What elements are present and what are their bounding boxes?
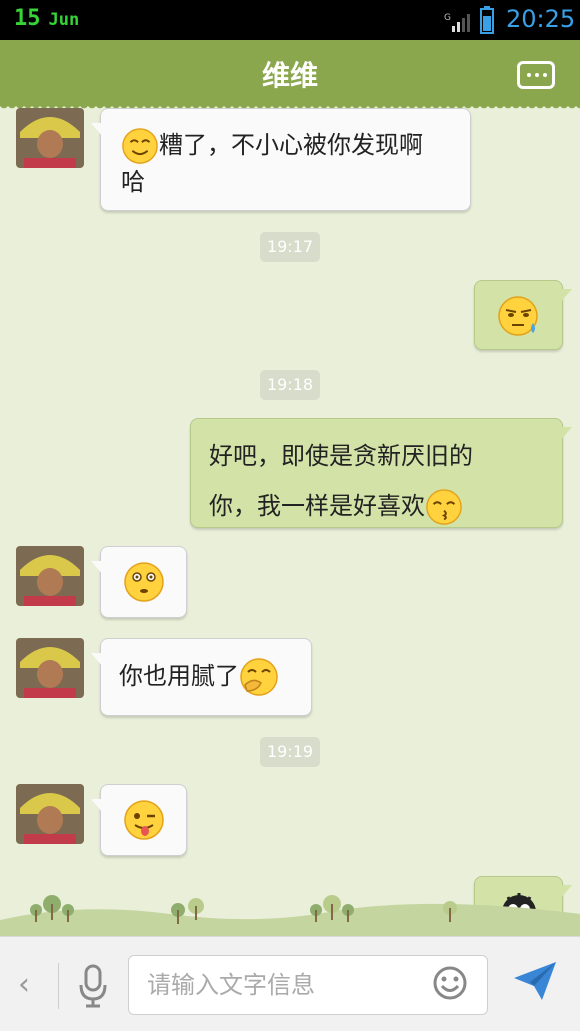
chat-header: 维维 bbox=[0, 40, 580, 112]
status-time: 20:25 bbox=[506, 5, 576, 33]
message-text: 好吧，即使是贪新厌旧的 bbox=[209, 442, 473, 470]
message-bubble-outgoing[interactable] bbox=[474, 280, 572, 350]
status-bar: 15 Jun G 20:25 bbox=[0, 0, 580, 40]
input-placeholder: 请输入文字信息 bbox=[147, 971, 315, 999]
send-icon[interactable] bbox=[512, 960, 558, 1002]
message-text: 哈 bbox=[121, 168, 145, 196]
signal-icon: G bbox=[444, 13, 470, 32]
sweat-face-icon bbox=[497, 296, 538, 336]
status-date: 15 Jun bbox=[14, 6, 79, 31]
contact-avatar[interactable] bbox=[16, 546, 84, 606]
message-text: 你也用腻了 bbox=[119, 662, 239, 690]
message-text: 你，我一样是好喜欢 bbox=[209, 492, 425, 520]
time-separator: 19:19 bbox=[260, 737, 320, 767]
more-dot-icon bbox=[527, 73, 531, 77]
message-bubble-incoming[interactable] bbox=[91, 546, 187, 618]
emoji-picker-icon[interactable] bbox=[432, 965, 468, 1001]
time-separator: 19:17 bbox=[260, 232, 320, 262]
battery-icon bbox=[480, 6, 494, 34]
contact-avatar[interactable] bbox=[16, 108, 84, 168]
message-bubble-outgoing[interactable]: 好吧，即使是贪新厌旧的 你，我一样是好喜欢 bbox=[190, 418, 572, 528]
microphone-icon[interactable] bbox=[76, 963, 110, 1009]
more-dot-icon bbox=[535, 73, 539, 77]
more-options-button[interactable] bbox=[517, 61, 555, 89]
message-bubble-incoming[interactable]: 你也用腻了 bbox=[91, 638, 312, 716]
landscape-decoration bbox=[0, 895, 580, 936]
surprised-face-icon bbox=[123, 562, 164, 602]
message-bubble-incoming[interactable]: 糟了，不小心被你发现啊 哈 bbox=[91, 108, 471, 211]
input-bar: ‹ 请输入文字信息 bbox=[0, 936, 580, 1031]
tongue-wink-face-icon bbox=[123, 800, 164, 840]
message-bubble-incoming[interactable] bbox=[91, 784, 187, 856]
time-separator: 19:18 bbox=[260, 370, 320, 400]
contact-avatar[interactable] bbox=[16, 784, 84, 844]
smile-face-icon bbox=[122, 128, 158, 164]
more-dot-icon bbox=[543, 73, 547, 77]
shy-face-icon bbox=[240, 658, 278, 696]
collapse-chevron-icon[interactable]: ‹ bbox=[18, 967, 30, 1002]
message-text: 糟了，不小心被你发现啊 bbox=[159, 131, 423, 159]
status-day: 15 bbox=[14, 6, 41, 31]
divider bbox=[58, 963, 59, 1009]
kiss-face-icon bbox=[426, 489, 462, 525]
svg-text:G: G bbox=[444, 13, 451, 23]
chat-title: 维维 bbox=[261, 59, 318, 92]
contact-avatar[interactable] bbox=[16, 638, 84, 698]
status-month: Jun bbox=[48, 10, 80, 30]
